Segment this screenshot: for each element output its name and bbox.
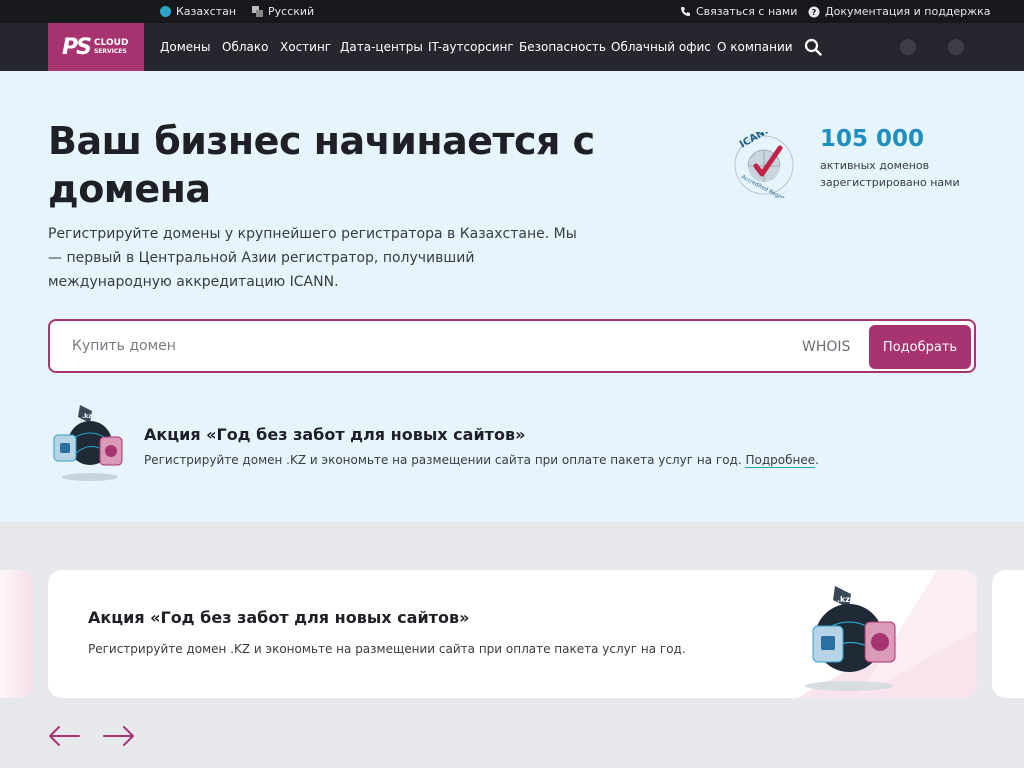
logo-wordmark: CLOUD SERVICES bbox=[94, 39, 128, 55]
kz-promo-illustration-icon: .kz bbox=[797, 570, 977, 698]
nav-item-security[interactable]: Безопасность bbox=[519, 23, 606, 71]
account-icon[interactable] bbox=[900, 39, 916, 55]
nav-item-datacenters[interactable]: Дата-центры bbox=[340, 23, 423, 71]
phone-icon bbox=[681, 7, 690, 16]
contact-label: Связаться с нами bbox=[696, 5, 798, 18]
nav-item-cloud[interactable]: Облако bbox=[222, 23, 268, 71]
svg-text:?: ? bbox=[812, 8, 817, 17]
promo-text-tail: . bbox=[815, 453, 819, 467]
contact-link[interactable]: Связаться с нами bbox=[680, 0, 797, 23]
top-utility-bar: Казахстан Русский Связаться с нами ? Док… bbox=[0, 0, 1024, 23]
hero-title: Ваш бизнес начинается с домена bbox=[48, 119, 595, 211]
logo-mark: PS bbox=[62, 34, 92, 60]
search-icon[interactable] bbox=[804, 38, 822, 56]
search-submit-button[interactable]: Подобрать bbox=[869, 325, 971, 369]
nav-item-hosting[interactable]: Хостинг bbox=[280, 23, 331, 71]
nav-item-about[interactable]: О компании bbox=[717, 23, 793, 71]
promo-text-wrapper: Регистрируйте домен .KZ и экономьте на р… bbox=[144, 453, 819, 468]
nav-item-it-outsourcing[interactable]: IT-аутсорсинг bbox=[428, 23, 514, 71]
icann-badge-icon: ICANN Accredited Registrar bbox=[734, 132, 794, 198]
icann-text: ICANN bbox=[738, 132, 774, 151]
carousel-slide[interactable]: .kz Акция «Год без забот для новых сайто… bbox=[48, 570, 977, 698]
kz-flag-icon bbox=[160, 6, 171, 17]
logo-line2: SERVICES bbox=[93, 48, 127, 55]
main-navbar: PS CLOUD SERVICES Домены Облако Хостинг … bbox=[0, 23, 1024, 71]
carousel-next-slide-peek[interactable] bbox=[992, 570, 1024, 698]
language-selector[interactable]: Русский bbox=[252, 0, 314, 23]
region-label: Казахстан bbox=[176, 5, 237, 18]
region-selector[interactable]: Казахстан bbox=[160, 0, 236, 23]
hero-description: Регистрируйте домены у крупнейшего регис… bbox=[48, 226, 577, 290]
cart-icon[interactable] bbox=[948, 39, 964, 55]
carousel-prev-slide-peek[interactable] bbox=[0, 570, 33, 698]
domain-search-box: WHOIS Подобрать bbox=[48, 319, 976, 373]
whois-link[interactable]: WHOIS bbox=[802, 339, 850, 355]
nav-item-cloud-office[interactable]: Облачный офис bbox=[611, 23, 711, 71]
promo-more-link[interactable]: Подробнее bbox=[745, 453, 816, 468]
promo-title: Акция «Год без забот для новых сайтов» bbox=[144, 425, 526, 444]
arrow-left-icon[interactable] bbox=[47, 724, 81, 748]
svg-text:.kz: .kz bbox=[837, 595, 850, 604]
stat-label: активных доменов зарегистрировано нами bbox=[820, 159, 960, 189]
docs-label: Документация и поддержка bbox=[825, 5, 991, 18]
hero-section: Ваш бизнес начинается с домена Регистрир… bbox=[0, 71, 1024, 522]
logo-line1: CLOUD bbox=[93, 38, 129, 48]
svg-text:.kz: .kz bbox=[82, 413, 92, 420]
stat-number: 105 000 bbox=[820, 126, 925, 152]
logo[interactable]: PS CLOUD SERVICES bbox=[48, 23, 144, 71]
promo-text: Регистрируйте домен .KZ и экономьте на р… bbox=[144, 453, 742, 467]
nav-item-domains[interactable]: Домены bbox=[160, 23, 210, 71]
carousel-slide-text: Регистрируйте домен .KZ и экономьте на р… bbox=[88, 642, 686, 656]
arrow-right-icon[interactable] bbox=[102, 724, 136, 748]
kz-domain-promo-icon: .kz bbox=[53, 405, 123, 481]
language-label: Русский bbox=[268, 5, 315, 18]
domain-search-input[interactable] bbox=[72, 331, 772, 361]
carousel-slide-title: Акция «Год без забот для новых сайтов» bbox=[88, 608, 470, 627]
help-icon: ? bbox=[808, 6, 820, 17]
docs-link[interactable]: ? Документация и поддержка bbox=[808, 0, 990, 23]
translate-icon bbox=[252, 6, 263, 17]
